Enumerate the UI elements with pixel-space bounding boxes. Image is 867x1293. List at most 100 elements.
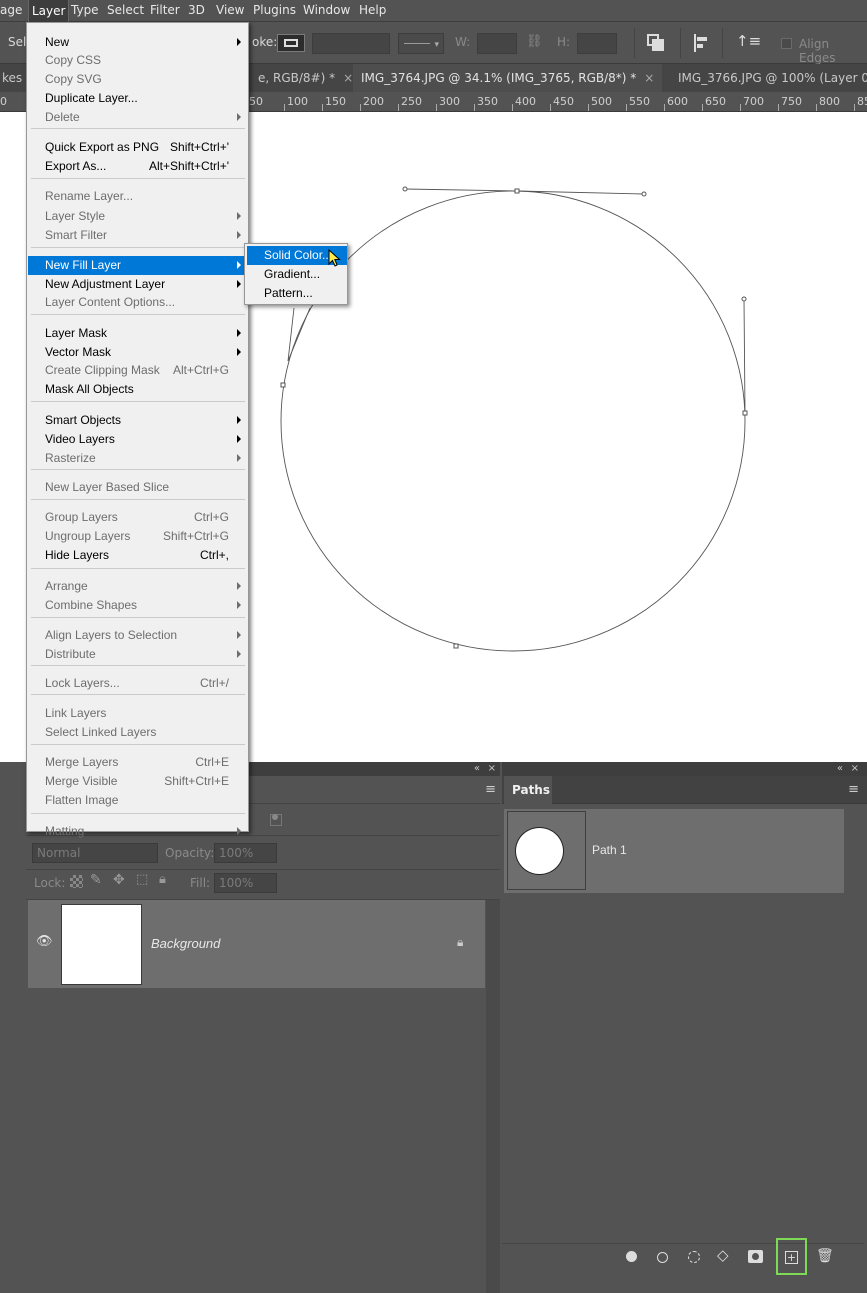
anchor-point (514, 188, 520, 194)
close-icon[interactable]: × (644, 71, 654, 85)
menu-item-hide-layers[interactable]: Hide Layers Ctrl+, (28, 546, 247, 565)
bezier-handle (404, 188, 518, 192)
menu-item-label: Duplicate Layer... (45, 91, 138, 105)
ruler-tick-label: 200 (363, 95, 384, 108)
stroke-path-icon[interactable] (657, 1252, 668, 1263)
submenu-arrow-icon (237, 454, 241, 462)
link-icon[interactable]: ⛓ (526, 34, 543, 49)
width-field[interactable] (477, 33, 517, 54)
path-row[interactable]: Path 1 (504, 809, 844, 893)
submenu-arrow-icon (237, 631, 241, 639)
close-icon[interactable]: × (851, 763, 859, 774)
layer-name[interactable]: Background (151, 936, 220, 951)
new-path-button[interactable]: + (776, 1238, 807, 1275)
menu-layer[interactable]: Layer (28, 0, 70, 22)
ruler-tick-label: 50 (249, 95, 263, 108)
fill-label: Fill: (190, 876, 211, 890)
make-work-path-icon[interactable]: ◇ (717, 1246, 729, 1264)
fill-path-icon[interactable] (626, 1251, 637, 1262)
menu-filter[interactable]: Filter (150, 3, 180, 17)
menu-plugins[interactable]: Plugins (253, 3, 296, 17)
add-mask-icon[interactable] (748, 1250, 763, 1263)
panel-menu-icon[interactable]: ≡ (485, 782, 496, 797)
menu-item-distribute: Distribute (28, 645, 247, 664)
tab-4[interactable]: IMG_3766.JPG @ 100% (Layer 0 (670, 64, 867, 92)
menu-item-vector-mask[interactable]: Vector Mask (28, 343, 247, 362)
menu-item-label: Video Layers (45, 432, 115, 446)
lock-label: Lock: (34, 876, 66, 890)
collapse-icon[interactable]: « (837, 763, 843, 774)
path-operations-icon[interactable] (647, 34, 665, 52)
menu-item-layer-mask[interactable]: Layer Mask (28, 324, 247, 343)
path-name[interactable]: Path 1 (592, 843, 627, 857)
ruler-tick-label: 750 (781, 95, 802, 108)
visibility-eye-icon[interactable]: 👁︎ (36, 934, 53, 949)
scrollbar[interactable] (486, 900, 500, 1293)
menu-item-label: Vector Mask (45, 345, 112, 359)
ruler-tick-label: 600 (667, 95, 688, 108)
menu-item-smart-objects[interactable]: Smart Objects (28, 411, 247, 430)
opacity-field[interactable]: 100% (214, 843, 277, 863)
menu-item-combine-shapes: Combine Shapes (28, 596, 247, 615)
menu-separator (31, 469, 245, 470)
menu-item-merge-visible: Merge Visible Shift+Ctrl+E (28, 772, 247, 791)
menu-item-arrange: Arrange (28, 577, 247, 596)
menu-window[interactable]: Window (303, 3, 350, 17)
stroke-width-field[interactable] (312, 33, 390, 54)
menu-type[interactable]: Type (71, 3, 99, 17)
menu-separator (31, 178, 245, 179)
menu-item-label: Smart Objects (45, 413, 122, 427)
layer-row-background[interactable]: 👁︎ Background 🔒︎ (28, 900, 485, 988)
menu-image[interactable]: age (0, 3, 22, 17)
menu-item-new-fill-layer[interactable]: New Fill Layer (28, 256, 247, 275)
paths-panel-header: « × (502, 762, 867, 776)
menu-item-export-as[interactable]: Export As... Alt+Shift+Ctrl+' (28, 157, 247, 176)
height-label: H: (557, 35, 571, 49)
menu-item-quick-export-as-png[interactable]: Quick Export as PNG Shift+Ctrl+' (28, 138, 247, 157)
tab-2[interactable]: e, RGB/8#) * × (250, 64, 362, 92)
anchor-point (741, 296, 747, 302)
menu-separator (31, 568, 245, 569)
trash-icon[interactable]: 🗑︎ (816, 1248, 834, 1264)
tab-3[interactable]: IMG_3764.JPG @ 34.1% (IMG_3765, RGB/8*) … (353, 64, 663, 92)
submenu-arrow-icon (237, 280, 241, 288)
lock-artboard-icon[interactable]: ⬚ (136, 872, 148, 887)
menu-item-video-layers[interactable]: Video Layers (28, 430, 247, 449)
blend-mode-dropdown[interactable]: Normal (32, 843, 158, 863)
height-field[interactable] (577, 33, 617, 54)
lock-position-icon[interactable]: ✥ (113, 872, 125, 888)
fill-field[interactable]: 100% (214, 873, 277, 893)
menu-item-new[interactable]: New (28, 33, 247, 52)
menu-select[interactable]: Select (107, 3, 144, 17)
lock-all-icon[interactable]: 🔒︎ (159, 872, 166, 887)
anchor-point (742, 410, 748, 416)
collapse-icon[interactable]: « (474, 763, 480, 774)
menu-item-duplicate-layer[interactable]: Duplicate Layer... (28, 89, 247, 108)
align-edges-label: Align Edges (799, 37, 836, 65)
lock-pixels-icon[interactable]: ✎ (90, 872, 102, 888)
stroke-type-dropdown[interactable]: ▾ (398, 33, 444, 54)
anchor-point (402, 186, 408, 192)
submenu-item-label: Solid Color... (264, 248, 333, 262)
menu-view[interactable]: View (216, 3, 244, 17)
panel-menu-icon[interactable]: ≡ (848, 782, 859, 797)
close-icon[interactable]: × (343, 71, 353, 85)
menu-item-shortcut: Alt+Shift+Ctrl+' (149, 159, 229, 173)
ruler-tick-label: 85 (857, 95, 867, 108)
align-edges-checkbox[interactable] (781, 38, 792, 49)
load-selection-icon[interactable] (688, 1251, 700, 1263)
path-alignment-icon[interactable] (693, 34, 711, 52)
submenu-item-label: Gradient... (264, 267, 321, 281)
submenu-item-pattern[interactable]: Pattern... (247, 284, 347, 303)
path-arrangement-icon[interactable]: ↑≡ (736, 32, 761, 54)
menu-item-mask-all-objects[interactable]: Mask All Objects (28, 380, 247, 399)
menu-help[interactable]: Help (359, 3, 386, 17)
menu-separator (31, 499, 245, 500)
stroke-swatch[interactable] (277, 34, 305, 52)
close-icon[interactable]: × (488, 763, 496, 774)
menu-item-new-adjustment-layer[interactable]: New Adjustment Layer (28, 275, 247, 294)
lock-transparency-icon[interactable] (70, 875, 83, 888)
menu-item-label: Matting (45, 824, 85, 838)
tab-paths[interactable]: Paths (504, 776, 552, 804)
menu-3d[interactable]: 3D (188, 3, 205, 17)
